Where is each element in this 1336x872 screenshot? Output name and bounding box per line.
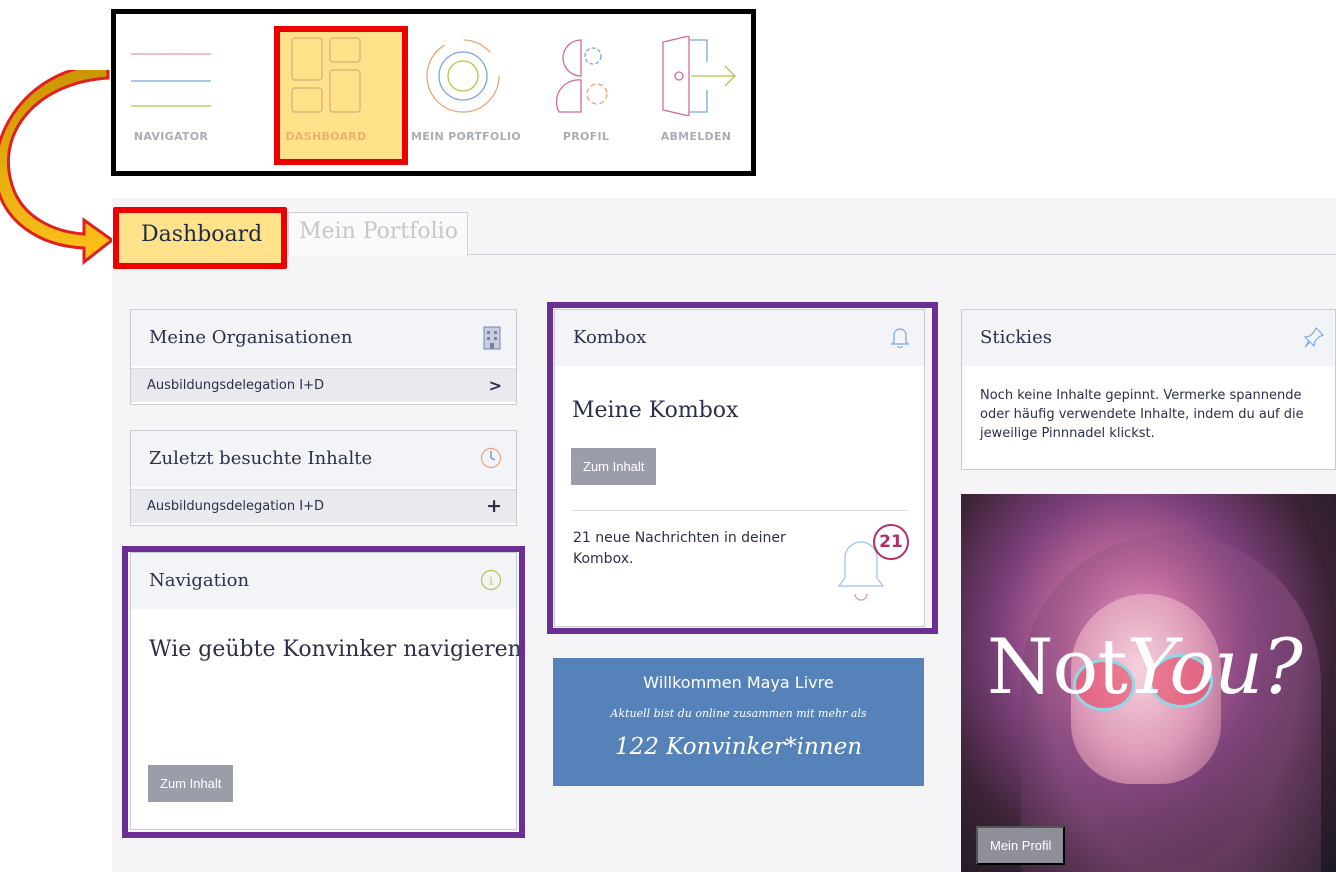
kombox-badge: 21 — [873, 524, 909, 560]
nav-item-mein-portfolio[interactable]: MEIN PORTFOLIO — [406, 36, 526, 156]
tab-dashboard[interactable]: Dashboard — [113, 207, 287, 269]
nav-label-navigator: NAVIGATOR — [133, 130, 209, 143]
card-navigation: Navigation i Wie geübte Konvinker navigi… — [130, 552, 522, 830]
clock-icon — [480, 447, 502, 469]
promo-headline: NotYou? — [987, 622, 1303, 711]
nav-label-dashboard: DASHBOARD — [285, 130, 367, 143]
kombox-divider — [571, 510, 908, 511]
recent-content-row[interactable]: Ausbildungsdelegation I+D + — [131, 489, 516, 523]
chevron-right-icon: > — [488, 376, 502, 395]
nav-item-profil[interactable]: PROFIL — [546, 36, 626, 156]
mein-profil-button[interactable]: Mein Profil — [976, 826, 1066, 865]
tab-label-dashboard: Dashboard — [141, 222, 263, 247]
card-header: Navigation i — [131, 553, 516, 609]
organisation-row[interactable]: Ausbildungsdelegation I+D > — [131, 368, 516, 402]
svg-text:i: i — [489, 575, 493, 588]
promo-headline-regular: Not — [987, 622, 1128, 711]
card-kombox: Kombox Meine Kombox Zum Inhalt 21 neue N… — [554, 309, 925, 627]
card-meine-organisationen: Meine Organisationen Ausbildungsdelegati… — [130, 309, 517, 405]
recent-content-row-label: Ausbildungsdelegation I+D — [147, 499, 324, 514]
card-title: Kombox — [573, 327, 647, 348]
card-header: Stickies — [962, 310, 1335, 366]
nav-label-mein-portfolio: MEIN PORTFOLIO — [411, 130, 521, 143]
profile-gears-icon — [555, 39, 608, 113]
welcome-greeting: Willkommen Maya Livre — [643, 673, 834, 692]
target-circle-icon — [426, 39, 500, 113]
bell-icon — [890, 328, 910, 348]
top-icon-navigation: NAVIGATOR DASHBOARD MEIN PORTFOLIO PROFI… — [111, 9, 756, 176]
building-icon — [483, 326, 501, 350]
stickies-text: Noch keine Inhalte gepinnt. Vermerke spa… — [980, 388, 1304, 441]
nav-item-dashboard[interactable]: DASHBOARD — [276, 36, 376, 156]
kombox-message: 21 neue Nachrichten in deiner Kombox. — [573, 530, 786, 567]
card-title: Meine Organisationen — [149, 327, 353, 348]
nav-label-abmelden: ABMELDEN — [660, 130, 732, 143]
card-title: Zuletzt besuchte Inhalte — [149, 448, 373, 469]
card-header: Meine Organisationen — [131, 310, 516, 366]
card-header: Zuletzt besuchte Inhalte — [131, 431, 516, 487]
navigation-zum-inhalt-button[interactable]: Zum Inhalt — [148, 765, 234, 802]
nav-item-abmelden[interactable]: ABMELDEN — [651, 36, 741, 156]
kombox-zum-inhalt-button[interactable]: Zum Inhalt — [571, 448, 657, 485]
logout-door-icon — [662, 36, 736, 116]
tab-mein-portfolio[interactable]: Mein Portfolio — [288, 212, 468, 256]
welcome-online-text: Aktuell bist du online zusammen mit mehr… — [610, 707, 867, 720]
navigation-heading: Wie geübte Konvinker navigieren — [149, 637, 522, 662]
card-header: Kombox — [555, 310, 924, 366]
plus-icon: + — [486, 495, 502, 517]
info-icon: i — [480, 569, 502, 591]
card-zuletzt-besucht: Zuletzt besuchte Inhalte Ausbildungsdele… — [130, 430, 517, 526]
nav-label-profil: PROFIL — [562, 130, 610, 143]
organisation-row-label: Ausbildungsdelegation I+D — [147, 378, 324, 393]
tab-label-mein-portfolio: Mein Portfolio — [299, 219, 458, 244]
card-title: Navigation — [149, 570, 250, 591]
dashboard-grid-icon — [291, 37, 361, 113]
annotation-curved-arrow — [0, 70, 115, 266]
welcome-online-count: 122 Konvinker*innen — [614, 734, 863, 760]
profile-promo-image: NotYou? Mein Profil — [961, 494, 1336, 872]
hamburger-icon — [131, 53, 211, 107]
nav-item-navigator[interactable]: NAVIGATOR — [126, 36, 216, 156]
promo-headline-italic: You? — [1126, 622, 1303, 711]
welcome-box: Willkommen Maya Livre Aktuell bist du on… — [553, 658, 924, 786]
kombox-heading: Meine Kombox — [572, 398, 739, 423]
pin-icon — [1303, 327, 1324, 348]
card-title: Stickies — [980, 327, 1052, 348]
card-stickies: Stickies Noch keine Inhalte gepinnt. Ver… — [961, 309, 1336, 470]
